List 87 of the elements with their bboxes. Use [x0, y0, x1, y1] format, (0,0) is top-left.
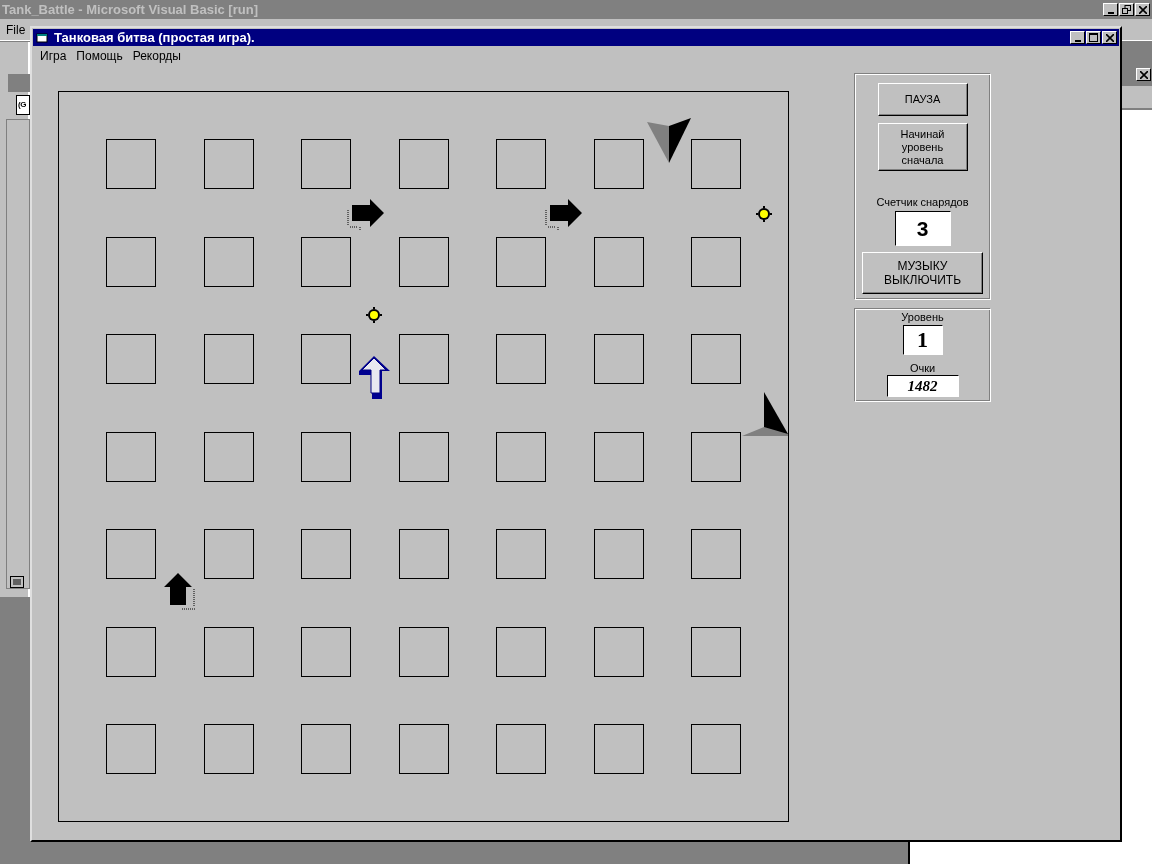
- menu-item[interactable]: File: [6, 22, 26, 37]
- ide-window-title: Tank_Battle - Microsoft Visual Basic [run]: [2, 2, 259, 17]
- bonus-star-icon: [366, 307, 382, 323]
- wall-block: [106, 139, 156, 189]
- wall-block: [301, 431, 351, 482]
- score-label: Очки: [909, 362, 936, 374]
- minimize-button[interactable]: [1103, 3, 1118, 16]
- maximize-button[interactable]: [1086, 31, 1101, 44]
- close-button[interactable]: [1136, 68, 1151, 81]
- wall-block: [106, 431, 156, 482]
- wall-block: [301, 529, 351, 579]
- wall-block: [691, 236, 741, 287]
- wall-block: [203, 139, 254, 189]
- wall-block: [691, 431, 741, 482]
- window-title: Танковая битва (простая игра).: [54, 30, 256, 45]
- wall-block: [593, 431, 644, 482]
- wall-block: [496, 334, 546, 384]
- menu-item[interactable]: Помощь: [76, 49, 123, 63]
- wall-block: [203, 236, 254, 287]
- wall-block: [203, 724, 254, 774]
- close-icon: [1138, 5, 1147, 14]
- wall-block: [496, 431, 546, 482]
- minimize-icon: [1074, 39, 1081, 42]
- wall-block: [496, 724, 546, 774]
- tank-icon: [346, 199, 385, 233]
- score-value: 1482: [886, 375, 959, 397]
- close-button[interactable]: [1102, 31, 1117, 44]
- wall-block: [398, 236, 449, 287]
- close-icon: [1139, 70, 1148, 79]
- wall-block: [301, 626, 351, 677]
- shells-counter-value: 3: [894, 211, 951, 246]
- wall-block: [398, 139, 449, 189]
- wall-block: [301, 724, 351, 774]
- wall-block: [398, 334, 449, 384]
- level-value: 1: [902, 325, 943, 355]
- restore-button[interactable]: [1119, 3, 1134, 16]
- wall-block: [496, 529, 546, 579]
- list-icon: [10, 576, 24, 588]
- wall-block: [496, 626, 546, 677]
- tank-icon: [544, 199, 583, 233]
- object-combo-field[interactable]: (G: [16, 95, 30, 115]
- enemy-tank-icon: [647, 118, 692, 164]
- close-button[interactable]: [1135, 3, 1150, 16]
- wall-block: [106, 626, 156, 677]
- pause-button[interactable]: ПАУЗА: [877, 83, 968, 116]
- wall-block: [301, 236, 351, 287]
- maximize-icon: [1089, 33, 1098, 42]
- wall-block: [398, 529, 449, 579]
- tank-icon: [164, 573, 198, 611]
- wall-block: [398, 626, 449, 677]
- menu-item[interactable]: Рекорды: [132, 49, 181, 63]
- bonus-star-icon: [756, 206, 772, 222]
- music-toggle-button[interactable]: МУЗЫКУ ВЫКЛЮЧИТЬ: [862, 252, 983, 294]
- wall-block: [106, 334, 156, 384]
- wall-block: [398, 724, 449, 774]
- wall-block: [203, 529, 254, 579]
- wall-block: [593, 139, 644, 189]
- wall-block: [496, 139, 546, 189]
- wall-block: [301, 334, 351, 384]
- wall-block: [203, 431, 254, 482]
- wall-block: [398, 431, 449, 482]
- wall-block: [496, 236, 546, 287]
- minimize-icon: [1107, 11, 1114, 14]
- shells-counter-label: Счетчик снарядов: [876, 196, 969, 208]
- wall-block: [593, 626, 644, 677]
- window-icon: [36, 31, 50, 44]
- wall-block: [593, 236, 644, 287]
- wall-block: [691, 139, 741, 189]
- wall-block: [106, 236, 156, 287]
- restore-icon: [1122, 5, 1131, 14]
- wall-block: [106, 529, 156, 579]
- menu-item[interactable]: Игра: [40, 49, 67, 63]
- wall-block: [691, 626, 741, 677]
- wall-block: [691, 724, 741, 774]
- wall-block: [593, 529, 644, 579]
- wall-block: [203, 334, 254, 384]
- close-icon: [1105, 33, 1114, 42]
- wall-block: [106, 724, 156, 774]
- wall-block: [593, 724, 644, 774]
- wall-block: [691, 334, 741, 384]
- restart-level-button[interactable]: Начинай уровень сначала: [877, 123, 968, 171]
- level-label: Уровень: [901, 311, 944, 323]
- wall-block: [593, 334, 644, 384]
- minimize-button[interactable]: [1070, 31, 1085, 44]
- wall-block: [691, 529, 741, 579]
- wall-block: [203, 626, 254, 677]
- wall-block: [301, 139, 351, 189]
